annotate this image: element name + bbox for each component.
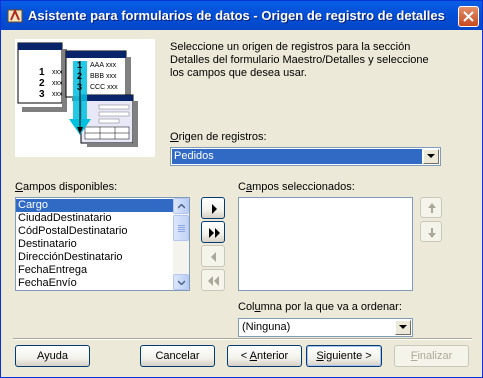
close-button[interactable] xyxy=(458,6,479,27)
grip-line xyxy=(178,227,185,228)
grip-line xyxy=(178,225,185,226)
double-arrow-right-icon xyxy=(209,228,220,238)
record-source-select[interactable]: Pedidos xyxy=(170,147,441,166)
access-app-icon xyxy=(7,8,23,23)
chevron-down-icon xyxy=(427,154,435,158)
back-button[interactable]: < Anterior xyxy=(227,345,302,367)
close-icon xyxy=(463,11,474,22)
intro-line-2: Detalles del formulario Maestro/Detalles… xyxy=(170,54,429,66)
selected-fields-list[interactable] xyxy=(238,197,413,291)
separator xyxy=(13,338,472,340)
illus-right-row-3: CCC xxx xyxy=(90,84,118,91)
selected-fields-label: Campos seleccionados: xyxy=(238,181,355,193)
list-item[interactable]: CódPostalDestinatario xyxy=(16,225,189,238)
intro-text: Seleccione un origen de registros para l… xyxy=(170,41,470,80)
intro-line-3: los campos que desea usar. xyxy=(170,67,307,79)
available-fields-list[interactable]: Cargo CiudadDestinatario CódPostalDestin… xyxy=(15,197,190,291)
arrow-left-icon xyxy=(211,252,216,262)
add-field-button[interactable] xyxy=(201,197,225,219)
list-item[interactable]: Destinatario xyxy=(16,238,189,251)
illus-row-3-text: xxx xyxy=(52,91,63,98)
scroll-thumb[interactable] xyxy=(173,215,189,241)
grip-line xyxy=(178,229,185,230)
arrow-right-icon xyxy=(212,204,217,214)
arrow-up-icon xyxy=(428,203,436,213)
wizard-illustration: 1 xxx 2 xxx 3 xxx 1 2 3 AAA xxx BBB xxx … xyxy=(15,39,155,157)
next-button[interactable]: Siguiente > xyxy=(306,345,382,367)
available-fields-scrollbar[interactable] xyxy=(173,198,189,290)
remove-field-button[interactable] xyxy=(201,245,225,267)
list-item[interactable]: FechaEnvío xyxy=(16,277,189,290)
list-item[interactable]: Cargo xyxy=(16,199,189,212)
wizard-dialog: Asistente para formularios de datos - Or… xyxy=(0,0,483,378)
list-item[interactable]: CiudadDestinatario xyxy=(16,212,189,225)
finish-button[interactable]: Finalizar xyxy=(394,345,469,367)
intro-line-1: Seleccione un origen de registros para l… xyxy=(170,41,411,53)
cancel-button[interactable]: Cancelar xyxy=(140,345,215,367)
double-arrow-left-icon xyxy=(208,276,219,286)
move-up-button[interactable] xyxy=(420,197,442,218)
sort-column-label: Columna por la que va a ordenar: xyxy=(238,301,402,313)
chevron-down-icon xyxy=(399,325,407,329)
available-fields-label: Campos disponibles: xyxy=(15,181,118,193)
sort-column-select[interactable]: (Ninguna) xyxy=(238,318,413,337)
remove-all-fields-button[interactable] xyxy=(201,269,225,291)
illus-row-3-num: 3 xyxy=(39,89,45,100)
record-source-label: Origen de registros: xyxy=(170,131,267,143)
sort-column-value: (Ninguna) xyxy=(242,321,291,333)
scroll-up-button[interactable] xyxy=(173,198,189,214)
form-diagram-icon xyxy=(17,42,138,147)
scroll-down-button[interactable] xyxy=(173,274,189,290)
illus-step-3: 3 xyxy=(77,82,83,92)
help-button[interactable]: Ayuda xyxy=(15,345,90,367)
chevron-down-icon xyxy=(178,280,185,285)
window-title: Asistente para formularios de datos - Or… xyxy=(28,8,445,23)
chevron-up-icon xyxy=(178,204,185,209)
list-item[interactable]: FechaEntrega xyxy=(16,264,189,277)
record-source-dropdown-button[interactable] xyxy=(423,149,439,164)
grip-line xyxy=(178,231,185,232)
list-item[interactable]: DirecciónDestinatario xyxy=(16,251,189,264)
record-source-value: Pedidos xyxy=(172,149,422,164)
sort-column-dropdown-button[interactable] xyxy=(395,320,411,335)
title-bar[interactable]: Asistente para formularios de datos - Or… xyxy=(1,1,482,30)
add-all-fields-button[interactable] xyxy=(201,221,225,243)
arrow-down-icon xyxy=(428,228,436,238)
move-down-button[interactable] xyxy=(420,221,442,242)
